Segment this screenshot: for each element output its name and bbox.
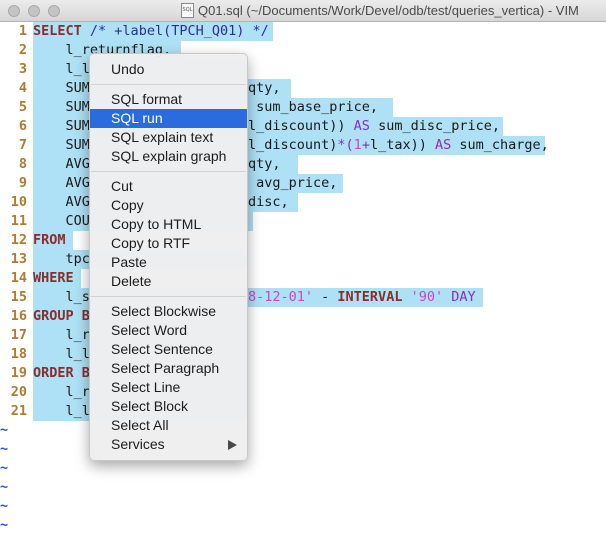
minimize-window-button[interactable] — [28, 5, 40, 17]
empty-line-marker: ~ — [0, 498, 9, 514]
menu-item-sql-explain-graph[interactable]: SQL explain graph — [90, 147, 247, 166]
line-number: 15 — [10, 289, 27, 305]
menu-item-label: Select Paragraph — [111, 360, 220, 376]
code-text: qty, — [248, 156, 281, 172]
menu-item-label: Select Blockwise — [111, 303, 217, 319]
menu-item-sql-format[interactable]: SQL format — [90, 90, 247, 109]
empty-line-marker: ~ — [0, 479, 9, 495]
empty-line-marker: ~ — [0, 460, 9, 476]
editor-line[interactable]: 1 SELECT /* +label(TPCH_Q01) */ — [0, 22, 606, 41]
menu-item-select-paragraph[interactable]: Select Paragraph — [90, 359, 247, 378]
line-number: 4 — [18, 80, 27, 96]
empty-line-marker: ~ — [0, 517, 9, 533]
menu-item-select-blockwise[interactable]: Select Blockwise — [90, 302, 247, 321]
submenu-arrow-icon — [228, 440, 237, 450]
line-number: 16 — [10, 308, 27, 324]
window-title: Q01.sql (~/Documents/Work/Devel/odb/test… — [198, 3, 579, 18]
menu-separator — [91, 296, 246, 297]
menu-item-label: Paste — [111, 254, 147, 270]
menu-item-label: Delete — [111, 273, 152, 289]
line-number: 11 — [10, 213, 27, 229]
context-menu: Undo SQL format SQL run SQL explain text SQL… — [89, 53, 248, 461]
code-text: l_discount)*(1+l_tax)) AS sum_charge, — [248, 137, 549, 153]
menu-item-label: SQL explain graph — [111, 148, 227, 164]
code-text: disc, — [248, 194, 289, 210]
menu-item-sql-explain-text[interactable]: SQL explain text — [90, 128, 247, 147]
menu-item-label: Select Word — [111, 322, 187, 338]
menu-item-services[interactable]: Services — [90, 435, 247, 454]
menu-item-label: SQL explain text — [111, 129, 214, 145]
empty-line-marker: ~ — [0, 441, 9, 457]
close-window-button[interactable] — [8, 5, 20, 17]
line-number: 19 — [10, 365, 27, 381]
menu-item-paste[interactable]: Paste — [90, 253, 247, 272]
menu-item-select-sentence[interactable]: Select Sentence — [90, 340, 247, 359]
line-number: 21 — [10, 403, 27, 419]
line-number: 6 — [18, 118, 27, 134]
menu-item-select-block[interactable]: Select Block — [90, 397, 247, 416]
line-number: 5 — [18, 99, 27, 115]
code-text: qty, — [248, 80, 281, 96]
menu-item-select-all[interactable]: Select All — [90, 416, 247, 435]
sql-file-icon: SQL — [181, 3, 194, 18]
menu-item-label: Copy to HTML — [111, 216, 202, 232]
code-text: GROUP B — [33, 308, 90, 324]
code-text: 8-12-01' - INTERVAL '90' DAY — [248, 289, 476, 305]
menu-item-copy[interactable]: Copy — [90, 196, 247, 215]
menu-item-select-word[interactable]: Select Word — [90, 321, 247, 340]
menu-item-label: Cut — [111, 178, 133, 194]
menu-item-label: SQL run — [111, 110, 163, 126]
menu-item-label: Services — [111, 436, 165, 452]
line-number: 3 — [18, 61, 27, 77]
menu-item-label: Undo — [111, 61, 145, 77]
line-number: 20 — [10, 384, 27, 400]
menu-item-cut[interactable]: Cut — [90, 177, 247, 196]
menu-separator — [91, 84, 246, 85]
menu-item-label: SQL format — [111, 91, 183, 107]
line-number: 14 — [10, 270, 27, 286]
line-number: 2 — [18, 42, 27, 58]
code-text: avg_price, — [248, 175, 338, 191]
code-text: sum_base_price, — [248, 99, 379, 115]
menu-item-label: Select All — [111, 417, 169, 433]
code-text: FROM — [33, 232, 66, 248]
menu-item-copy-to-html[interactable]: Copy to HTML — [90, 215, 247, 234]
menu-item-select-line[interactable]: Select Line — [90, 378, 247, 397]
menu-item-label: Copy — [111, 197, 144, 213]
menu-item-copy-to-rtf[interactable]: Copy to RTF — [90, 234, 247, 253]
line-number: 13 — [10, 251, 27, 267]
menu-item-label: Select Block — [111, 398, 189, 414]
line-number: 18 — [10, 346, 27, 362]
menu-item-label: Copy to RTF — [111, 235, 191, 251]
menu-item-label: Select Line — [111, 379, 181, 395]
menu-item-delete[interactable]: Delete — [90, 272, 247, 291]
code-text: WHERE — [33, 270, 74, 286]
zoom-window-button[interactable] — [48, 5, 60, 17]
menu-separator — [91, 171, 246, 172]
line-number: 10 — [10, 194, 27, 210]
window-titlebar: SQL Q01.sql (~/Documents/Work/Devel/odb/… — [0, 0, 606, 22]
line-number: 12 — [10, 232, 27, 248]
code-text: SELECT /* +label(TPCH_Q01) */ — [33, 23, 269, 39]
code-text: ORDER B — [33, 365, 90, 381]
line-number: 9 — [18, 175, 27, 191]
menu-item-sql-run[interactable]: SQL run — [90, 109, 247, 128]
empty-line-marker: ~ — [0, 422, 9, 438]
line-number: 7 — [18, 137, 27, 153]
line-number: 1 — [18, 23, 27, 39]
code-text: l_discount)) AS sum_disc_price, — [248, 118, 500, 134]
menu-item-label: Select Sentence — [111, 341, 213, 357]
line-number: 17 — [10, 327, 27, 343]
line-number: 8 — [18, 156, 27, 172]
menu-item-undo[interactable]: Undo — [90, 60, 247, 79]
